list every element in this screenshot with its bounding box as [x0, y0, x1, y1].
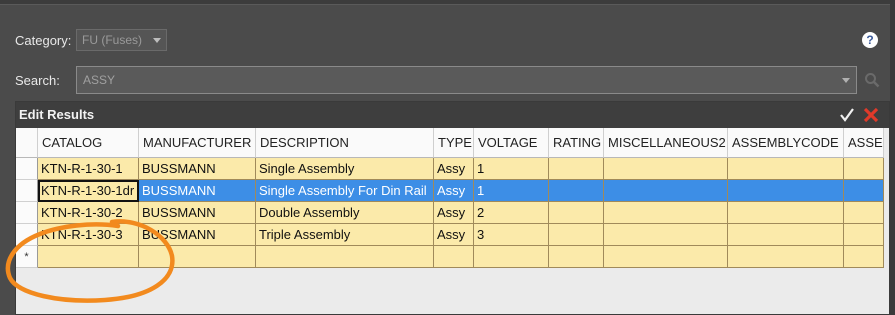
- close-x-icon[interactable]: [862, 106, 880, 124]
- grid-cell-assem[interactable]: [844, 158, 884, 180]
- grid-cell-catalog[interactable]: KTN-R-1-30-3: [38, 224, 139, 246]
- grid-cell-rating[interactable]: [549, 246, 604, 268]
- grid-cell-catalog[interactable]: KTN-R-1-30-2: [38, 202, 139, 224]
- window-top-border: [0, 0, 895, 5]
- search-value: ASSY: [83, 73, 116, 87]
- column-header-voltage[interactable]: VOLTAGE: [474, 128, 549, 158]
- grid-cell-voltage[interactable]: [474, 246, 549, 268]
- row-selector[interactable]: [16, 180, 38, 202]
- grid-cell-manufacturer[interactable]: BUSSMANN: [139, 224, 256, 246]
- row-selector[interactable]: [16, 158, 38, 180]
- grid-cell-type[interactable]: Assy: [434, 224, 474, 246]
- panel-title: Edit Results: [19, 107, 95, 122]
- grid-cell-type[interactable]: Assy: [434, 202, 474, 224]
- row-selector[interactable]: [16, 202, 38, 224]
- grid-cell-catalog[interactable]: [38, 246, 139, 268]
- grid-cell-assem[interactable]: [844, 224, 884, 246]
- chevron-down-icon[interactable]: [842, 78, 850, 83]
- grid-cell-voltage[interactable]: 1: [474, 180, 549, 202]
- column-header-miscellaneous2[interactable]: MISCELLANEOUS2: [604, 128, 728, 158]
- grid-cell-assem[interactable]: [844, 180, 884, 202]
- grid-cell-miscellaneous2[interactable]: [604, 180, 728, 202]
- grid-cell-description[interactable]: Double Assembly: [256, 202, 434, 224]
- grid-cell-assemblycode[interactable]: [728, 158, 844, 180]
- grid-cell-type[interactable]: Assy: [434, 180, 474, 202]
- category-value: FU (Fuses): [82, 33, 142, 47]
- grid-cell-type[interactable]: Assy: [434, 158, 474, 180]
- grid-cell-miscellaneous2[interactable]: [604, 224, 728, 246]
- grid-cell-manufacturer[interactable]: BUSSMANN: [139, 202, 256, 224]
- column-header-assemblycode[interactable]: ASSEMBLYCODE: [728, 128, 844, 158]
- grid-cell-manufacturer[interactable]: BUSSMANN: [139, 180, 256, 202]
- grid-cell-miscellaneous2[interactable]: [604, 202, 728, 224]
- category-dropdown[interactable]: FU (Fuses): [76, 29, 167, 51]
- search-input[interactable]: ASSY: [76, 66, 857, 94]
- grid-corner-header: [16, 128, 38, 158]
- grid-cell-assemblycode[interactable]: [728, 246, 844, 268]
- column-header-description[interactable]: DESCRIPTION: [256, 128, 434, 158]
- grid-cell-rating[interactable]: [549, 158, 604, 180]
- grid-cell-description[interactable]: [256, 246, 434, 268]
- grid-cell-voltage[interactable]: 3: [474, 224, 549, 246]
- grid-cell-description[interactable]: Single Assembly: [256, 158, 434, 180]
- grid-cell-assemblycode[interactable]: [728, 180, 844, 202]
- help-icon[interactable]: ?: [862, 32, 878, 48]
- chevron-down-icon: [153, 38, 161, 43]
- grid-cell-manufacturer[interactable]: BUSSMANN: [139, 158, 256, 180]
- grid-cell-assemblycode[interactable]: [728, 202, 844, 224]
- search-icon[interactable]: [864, 72, 880, 88]
- grid-cell-catalog[interactable]: KTN-R-1-30-1dr: [38, 180, 139, 202]
- grid-cell-description[interactable]: Triple Assembly: [256, 224, 434, 246]
- category-label: Category:: [15, 33, 72, 48]
- grid-cell-assem[interactable]: [844, 246, 884, 268]
- column-header-assem[interactable]: ASSEM: [844, 128, 884, 158]
- search-label: Search:: [15, 73, 60, 88]
- grid-cell-rating[interactable]: [549, 202, 604, 224]
- edit-results-panel: Edit Results CATALOG MANUFACTURER DESCRIPT…: [15, 101, 890, 315]
- grid-cell-catalog[interactable]: KTN-R-1-30-1: [38, 158, 139, 180]
- row-selector[interactable]: [16, 224, 38, 246]
- results-grid: CATALOG MANUFACTURER DESCRIPTION TYPE VOLTAG…: [16, 128, 889, 274]
- column-header-type[interactable]: TYPE: [434, 128, 474, 158]
- new-row-marker[interactable]: *: [16, 246, 38, 268]
- window-right-edge: [890, 0, 895, 315]
- panel-header: Edit Results: [16, 102, 889, 128]
- grid-cell-manufacturer[interactable]: [139, 246, 256, 268]
- checkmark-icon[interactable]: [838, 106, 856, 124]
- grid-cell-type[interactable]: [434, 246, 474, 268]
- column-header-manufacturer[interactable]: MANUFACTURER: [139, 128, 256, 158]
- grid-cell-assemblycode[interactable]: [728, 224, 844, 246]
- grid-cell-miscellaneous2[interactable]: [604, 158, 728, 180]
- grid-cell-description[interactable]: Single Assembly For Din Rail: [256, 180, 434, 202]
- grid-cell-rating[interactable]: [549, 180, 604, 202]
- column-header-catalog[interactable]: CATALOG: [38, 128, 139, 158]
- grid-cell-voltage[interactable]: 2: [474, 202, 549, 224]
- grid-cell-assem[interactable]: [844, 202, 884, 224]
- grid-cell-rating[interactable]: [549, 224, 604, 246]
- grid-cell-miscellaneous2[interactable]: [604, 246, 728, 268]
- column-header-rating[interactable]: RATING: [549, 128, 604, 158]
- grid-cell-voltage[interactable]: 1: [474, 158, 549, 180]
